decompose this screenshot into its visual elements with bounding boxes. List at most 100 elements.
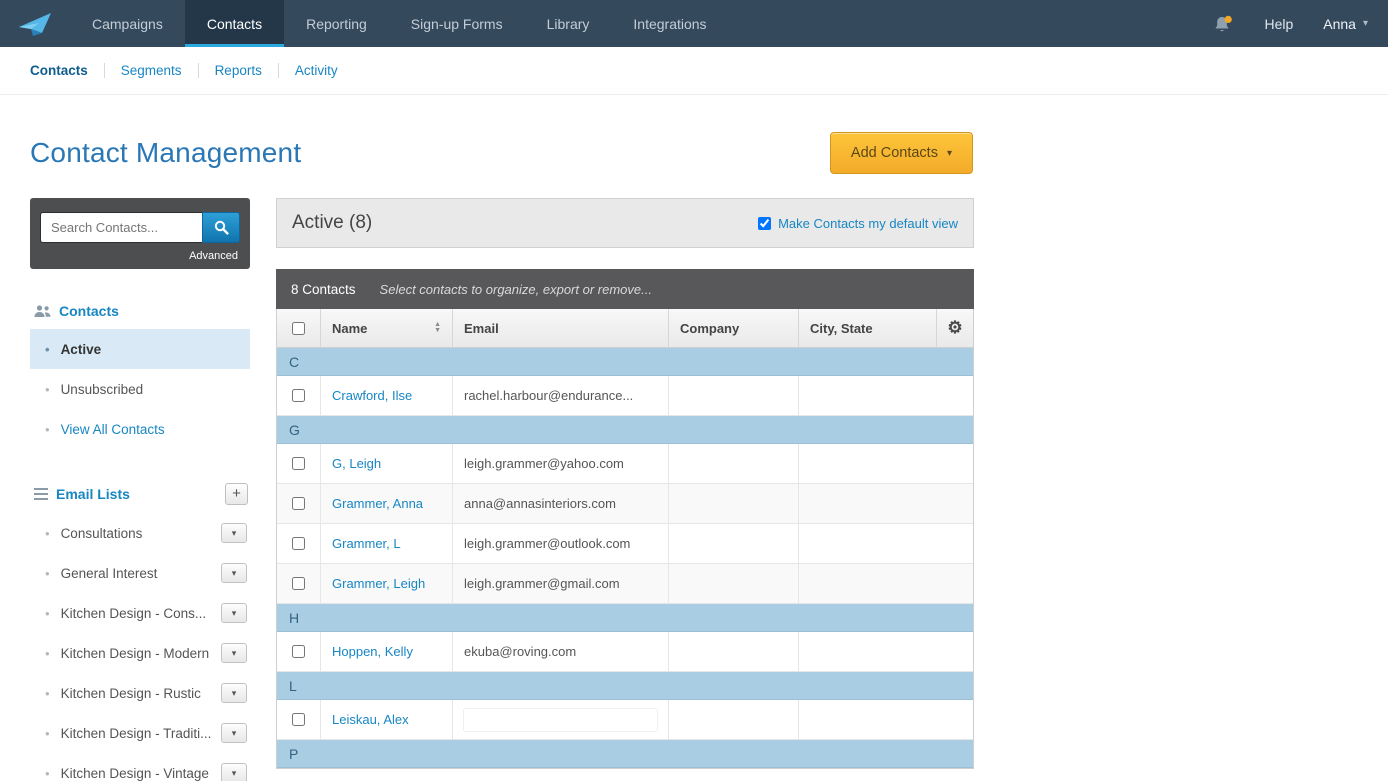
contact-name-link[interactable]: Grammer, L [332, 536, 401, 551]
column-header-email[interactable]: Email [453, 309, 669, 347]
contact-name-link[interactable]: Grammer, Anna [332, 496, 423, 511]
default-view-checkbox[interactable] [758, 216, 772, 230]
contact-email: leigh.grammer@yahoo.com [464, 456, 624, 471]
sidebar-view-label: Unsubscribed [60, 381, 144, 397]
email-list-actions-button[interactable]: ▾ [221, 523, 247, 543]
contact-email-cell: anna@annasinteriors.com [453, 484, 669, 523]
column-header-name[interactable]: Name ▲ ▼ [321, 309, 453, 347]
email-list-actions-button[interactable]: ▾ [221, 723, 247, 743]
contact-city-state-cell [799, 524, 973, 563]
page-title: Contact Management [30, 137, 302, 168]
contact-name-cell: Grammer, Leigh [321, 564, 453, 603]
notifications-button[interactable] [1212, 14, 1234, 34]
chevron-down-icon: ▾ [1362, 18, 1368, 29]
sidebar-view-view-all-contacts[interactable]: • View All Contacts [30, 409, 250, 449]
user-menu[interactable]: Anna ▾ [1323, 16, 1368, 32]
contact-name-link[interactable]: Hoppen, Kelly [332, 644, 413, 659]
contact-city-state-cell [799, 484, 973, 523]
subnav-item-segments[interactable]: Segments [105, 63, 199, 78]
contact-email-cell: rachel.harbour@endurance... [453, 376, 669, 415]
contact-name-link[interactable]: Grammer, Leigh [332, 576, 425, 591]
sort-icon[interactable]: ▲ ▼ [434, 321, 441, 334]
subnav-item-reports[interactable]: Reports [199, 63, 279, 78]
email-list-actions-button[interactable]: ▾ [221, 563, 247, 583]
email-lists-section-title[interactable]: Email Lists [56, 486, 130, 502]
contact-email-cell: leigh.grammer@gmail.com [453, 564, 669, 603]
row-checkbox[interactable] [292, 713, 305, 726]
email-list-item-kitchen-design-rustic[interactable]: • Kitchen Design - Rustic ▾ [30, 673, 250, 713]
contact-city-state-cell [799, 564, 973, 603]
gear-icon[interactable]: ⚙ [947, 318, 962, 338]
advanced-search-link[interactable]: Advanced [40, 250, 240, 262]
email-list-item-kitchen-design-modern[interactable]: • Kitchen Design - Modern ▾ [30, 633, 250, 673]
bullet-icon: • [45, 421, 50, 437]
subnav-item-activity[interactable]: Activity [279, 63, 354, 78]
email-list-item-general-interest[interactable]: • General Interest ▾ [30, 553, 250, 593]
default-view-toggle[interactable]: Make Contacts my default view [758, 216, 958, 231]
letter-group-header-g: G [277, 416, 973, 444]
email-list-item-kitchen-design-traditi[interactable]: • Kitchen Design - Traditi... ▾ [30, 713, 250, 753]
app-logo[interactable] [0, 0, 70, 47]
email-list-label: Kitchen Design - Traditi... [60, 725, 212, 741]
sidebar-view-unsubscribed[interactable]: • Unsubscribed [30, 369, 250, 409]
search-contacts-input[interactable] [40, 212, 202, 243]
bullet-icon: • [45, 685, 50, 701]
email-list-actions-button[interactable]: ▾ [221, 763, 247, 781]
topnav-item-library[interactable]: Library [525, 0, 612, 47]
contact-name-cell: Crawford, Ilse [321, 376, 453, 415]
table-row: Grammer, Anna anna@annasinteriors.com [277, 484, 973, 524]
topnav-item-campaigns[interactable]: Campaigns [70, 0, 185, 47]
email-list-actions-button[interactable]: ▾ [221, 643, 247, 663]
contacts-section-title[interactable]: Contacts [59, 303, 119, 319]
row-checkbox[interactable] [292, 389, 305, 402]
email-list-actions-button[interactable]: ▾ [221, 683, 247, 703]
column-label: City, State [810, 320, 873, 336]
row-checkbox[interactable] [292, 577, 305, 590]
select-all-cell [277, 309, 321, 347]
email-list-item-kitchen-design-cons[interactable]: • Kitchen Design - Cons... ▾ [30, 593, 250, 633]
search-button[interactable] [202, 212, 240, 243]
chevron-down-icon: ▾ [946, 147, 952, 159]
bullet-icon: • [45, 565, 50, 581]
table-row: Hoppen, Kelly ekuba@roving.com [277, 632, 973, 672]
sidebar: Advanced Contacts • Active • Unsubscribed • V… [30, 198, 250, 781]
column-header-company[interactable]: Company [669, 309, 799, 347]
email-list-actions-button[interactable]: ▾ [221, 603, 247, 623]
default-view-label: Make Contacts my default view [778, 215, 958, 231]
table-header-row: Name ▲ ▼ Email Company City, State ⚙ [277, 309, 973, 348]
subnav-item-contacts[interactable]: Contacts [30, 63, 105, 78]
column-header-city-state[interactable]: City, State [799, 309, 937, 347]
row-checkbox[interactable] [292, 497, 305, 510]
topnav-item-contacts[interactable]: Contacts [184, 0, 285, 47]
contact-name-link[interactable]: G, Leigh [332, 456, 381, 471]
contact-name-cell: Grammer, L [321, 524, 453, 563]
search-panel: Advanced [30, 198, 250, 269]
contact-name-link[interactable]: Leiskau, Alex [332, 712, 409, 727]
help-link[interactable]: Help [1264, 16, 1293, 32]
email-list-item-consultations[interactable]: • Consultations ▾ [30, 513, 250, 553]
add-email-list-button[interactable]: + [225, 483, 248, 505]
contact-city-state-cell [799, 444, 973, 483]
bullet-icon: • [45, 525, 50, 541]
top-navbar: Campaigns Contacts Reporting Sign-up Forms L… [0, 0, 1388, 47]
row-checkbox-cell [277, 632, 321, 671]
row-checkbox[interactable] [292, 645, 305, 658]
topnav-item-reporting[interactable]: Reporting [284, 0, 389, 47]
email-list-label: Consultations [60, 525, 143, 541]
select-all-checkbox[interactable] [292, 321, 305, 335]
row-checkbox-cell [277, 524, 321, 563]
sidebar-view-label: Active [60, 341, 102, 357]
row-checkbox[interactable] [292, 457, 305, 470]
list-icon [34, 488, 48, 500]
search-icon [214, 220, 229, 235]
contact-name-link[interactable]: Crawford, Ilse [332, 388, 412, 403]
add-contacts-button[interactable]: Add Contacts ▾ [829, 132, 973, 174]
contacts-section-header: Contacts [30, 303, 250, 319]
email-list-item-kitchen-design-vintage[interactable]: • Kitchen Design - Vintage ▾ [30, 753, 250, 781]
column-label: Name [332, 320, 368, 336]
sidebar-view-active[interactable]: • Active [30, 329, 250, 369]
row-checkbox[interactable] [292, 537, 305, 550]
contact-name-cell: Hoppen, Kelly [321, 632, 453, 671]
topnav-item-sign-up-forms[interactable]: Sign-up Forms [389, 0, 525, 47]
topnav-item-integrations[interactable]: Integrations [611, 0, 728, 47]
